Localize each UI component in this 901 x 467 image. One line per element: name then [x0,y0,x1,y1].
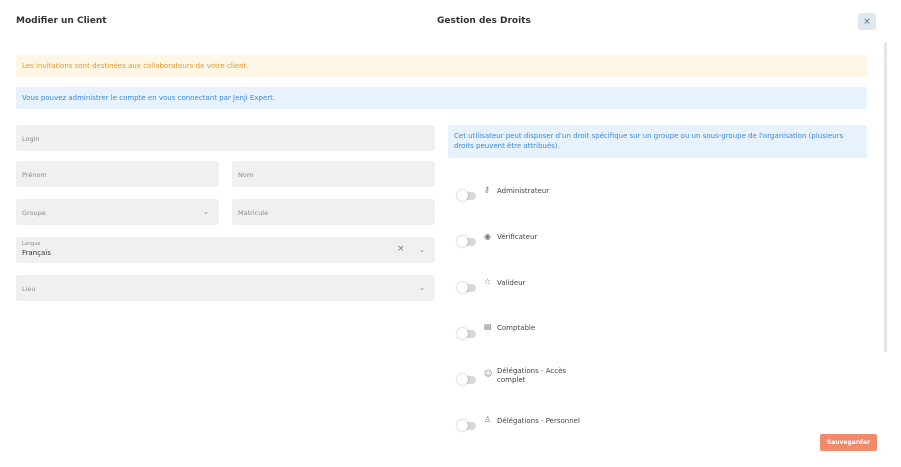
prenom-label: Prénom [22,171,47,179]
right-label-delegations-personnel: Délégations - Personnel [497,417,580,425]
star-icon: ☆ [484,277,492,286]
toggle-delegations-acces-complet[interactable] [457,374,476,385]
close-icon: × [863,16,871,27]
toggle-knob [457,328,468,339]
person-icon: ♙ [484,415,492,424]
scrollbar[interactable] [884,42,887,352]
right-label-line: complet [497,376,526,384]
users-icon: ☺ [484,369,493,378]
langue-label: Langue [22,241,41,247]
right-label-comptable: Comptable [497,324,536,332]
toggle-knob [457,374,468,385]
toggle-delegations-personnel[interactable] [457,420,476,431]
login-field[interactable]: Login [16,125,435,151]
toggle-valideur[interactable] [457,282,476,293]
lieu-label: Lieu [22,285,36,293]
prenom-field[interactable]: Prénom [16,161,219,187]
key-icon: ⚷ [484,185,490,194]
right-label-verificateur: Vérificateur [497,233,538,241]
toggle-knob [457,190,468,201]
toggle-knob [457,282,468,293]
rights-info-text: Cet utilisateur peut disposer d'un droit… [454,132,844,150]
toggle-knob [457,236,468,247]
matricule-field[interactable]: Matricule [232,199,435,225]
chevron-down-icon: ⌄ [203,208,209,216]
modal-title: Modifier un Client [16,16,107,26]
matricule-label: Matricule [238,209,269,217]
langue-select[interactable]: Langue Français × ⌄ [16,237,435,263]
right-label-valideur: Valideur [497,279,526,287]
right-label-delegations-acces-complet: Délégations - Accès complet [497,367,566,385]
login-label: Login [22,135,40,143]
lieu-select[interactable]: Lieu ⌄ [16,275,435,301]
toggle-comptable[interactable] [457,328,476,339]
admin-info: Vous pouvez administrer le compte en vou… [16,87,867,109]
clear-icon[interactable]: × [397,244,405,254]
toggle-knob [457,420,468,431]
save-button[interactable]: Sauvegarder [820,434,877,451]
eye-icon: ◉ [484,232,491,241]
toggle-administrateur[interactable] [457,190,476,201]
invitation-warning: Les invitations sont destinées aux colla… [16,55,867,77]
langue-value: Français [22,249,51,257]
admin-info-text: Vous pouvez administrer le compte en vou… [22,94,276,102]
right-label-administrateur: Administrateur [497,187,550,195]
chevron-down-icon: ⌄ [419,284,425,292]
close-button[interactable]: × [858,13,876,30]
rights-title: Gestion des Droits [437,16,531,26]
nom-field[interactable]: Nom [232,161,435,187]
ledger-icon: ▤ [484,322,492,331]
rights-info: Cet utilisateur peut disposer d'un droit… [448,125,867,158]
save-button-label: Sauvegarder [826,439,871,446]
nom-label: Nom [238,171,254,179]
toggle-verificateur[interactable] [457,236,476,247]
groupe-label: Groupe [22,209,46,217]
right-label-line: Délégations - Accès [497,367,567,375]
chevron-down-icon: ⌄ [419,246,425,254]
groupe-select[interactable]: Groupe ⌄ [16,199,219,225]
invitation-warning-text: Les invitations sont destinées aux colla… [22,62,249,70]
